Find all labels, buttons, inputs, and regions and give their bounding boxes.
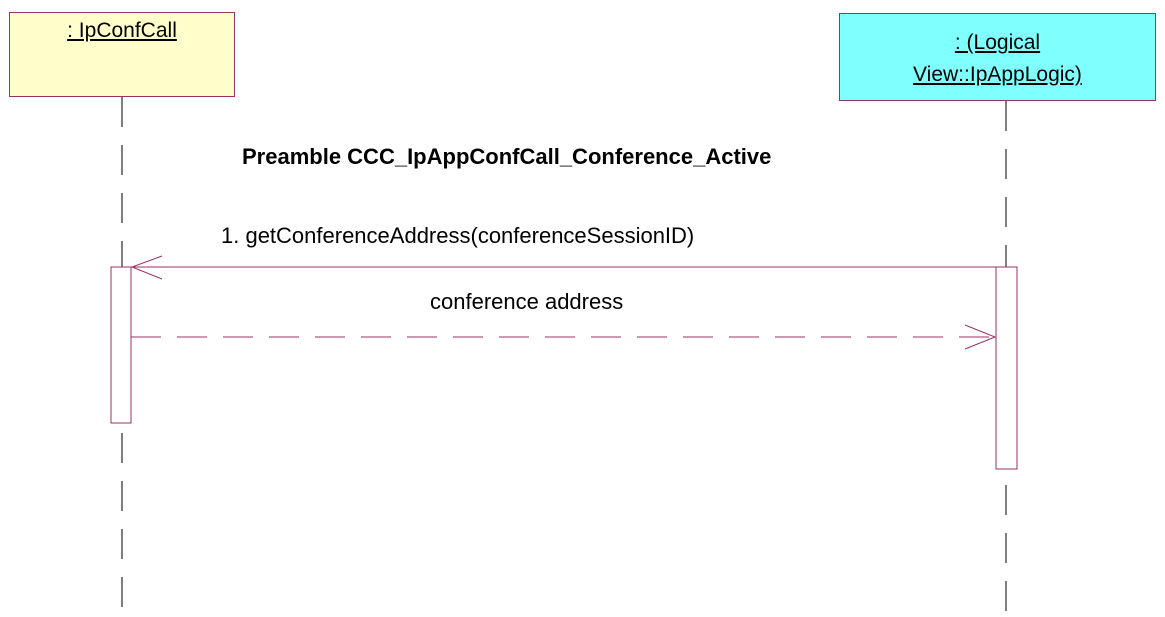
preamble-label: Preamble CCC_IpAppConfCall_Conference_Ac…	[242, 144, 772, 169]
message-label-call: 1. getConferenceAddress(conferenceSessio…	[221, 223, 695, 248]
object-label-ipconfcall: : IpConfCall	[67, 19, 177, 42]
sequence-diagram: : IpConfCall : (Logical View::IpAppLogic…	[0, 0, 1165, 617]
activation-bar-ipconfcall	[110, 266, 132, 424]
object-box-ipapplogic: : (Logical View::IpAppLogic)	[839, 13, 1156, 101]
object-box-ipconfcall: : IpConfCall	[9, 12, 235, 97]
object-label-ipapplogic-line1: : (Logical	[954, 31, 1041, 54]
activation-bar-ipapplogic	[995, 266, 1018, 470]
object-label-ipapplogic-line2: View::IpAppLogic)	[913, 63, 1082, 86]
message-label-return: conference address	[430, 289, 624, 314]
